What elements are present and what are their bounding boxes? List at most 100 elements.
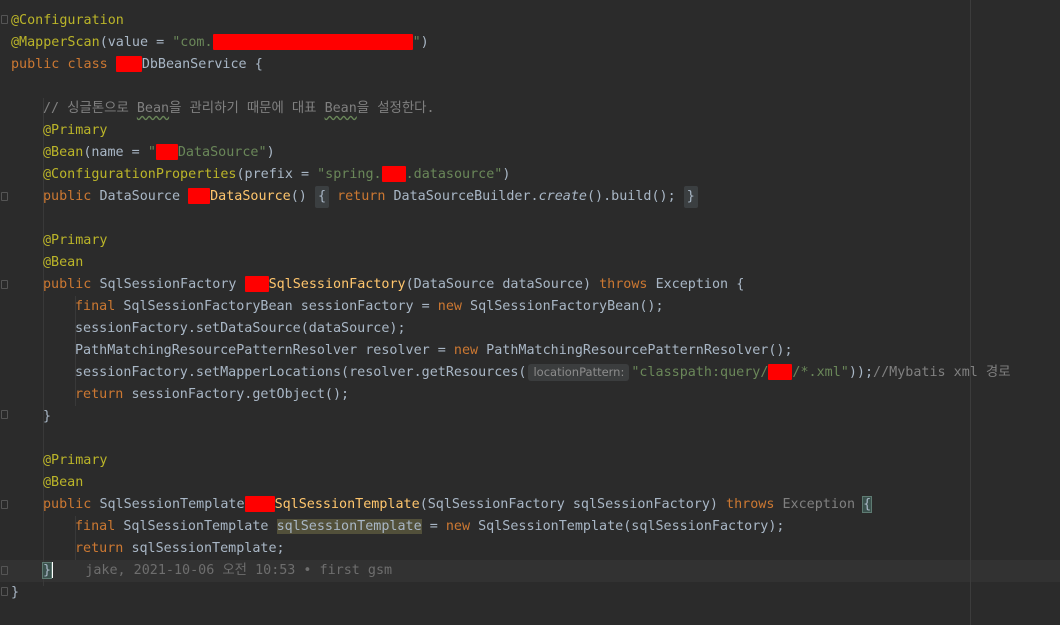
fold-marker-class[interactable] <box>1 15 8 24</box>
fold-marker-class-end[interactable] <box>1 587 8 596</box>
keyword: public <box>11 57 60 72</box>
comment-text: Bean <box>136 101 170 116</box>
code-text: sessionFactory.setMapperLocations(resolv… <box>75 365 527 380</box>
folded-region-close[interactable]: } <box>683 186 698 208</box>
primary-annotation: @Primary <box>43 233 108 248</box>
code-line-15[interactable]: sessionFactory.setDataSource(dataSource)… <box>75 318 406 340</box>
method-name: DataSource <box>210 189 291 204</box>
code-line-5-comment[interactable]: // 싱글톤으로 Bean을 관리하기 때문에 대표 Bean을 설정한다. <box>43 98 435 120</box>
code-text: { <box>254 57 263 72</box>
code-line-9[interactable]: public DataSource DataSource() { return … <box>43 186 698 208</box>
redaction-block <box>188 188 211 204</box>
folded-region-open[interactable]: { <box>314 186 329 208</box>
keyword: final <box>75 519 116 534</box>
code-line-6[interactable]: @Primary <box>43 120 108 142</box>
fold-marker-sqlsessiontemplate-end[interactable] <box>1 566 8 575</box>
text-caret <box>51 562 54 578</box>
code-text: (prefix = <box>236 167 318 182</box>
comment-text: //Mybatis xml 경로 <box>873 365 1011 380</box>
type-name: SqlSessionTemplate <box>99 497 245 512</box>
fold-marker-datasource[interactable] <box>1 192 8 201</box>
code-line-13[interactable]: public SqlSessionFactory SqlSessionFacto… <box>43 274 744 296</box>
static-method-call: create <box>538 189 587 204</box>
git-blame-annotation: jake, 2021-10-06 오전 10:53 • first gsm <box>85 563 393 578</box>
type-name: DataSource <box>99 189 181 204</box>
code-line-21[interactable]: @Primary <box>43 450 108 472</box>
redaction-block <box>155 144 178 160</box>
keyword: public <box>43 497 92 512</box>
matched-brace: { <box>862 496 873 513</box>
code-line-1[interactable]: @Configuration <box>11 10 124 32</box>
string-literal: " <box>147 145 156 160</box>
code-text: DataSourceBuilder. <box>393 189 539 204</box>
code-line-14[interactable]: final SqlSessionFactoryBean sessionFacto… <box>75 296 664 318</box>
keyword: class <box>67 57 108 72</box>
code-text: sqlSessionTemplate; <box>131 541 285 556</box>
code-editor[interactable]: @Configuration @MapperScan(value = "com.… <box>0 0 1060 625</box>
keyword: return <box>75 541 124 556</box>
code-line-12[interactable]: @Bean <box>43 252 83 274</box>
redaction-block <box>115 56 142 72</box>
keyword: return <box>75 387 124 402</box>
code-text: } <box>11 585 20 600</box>
comment-text: 을 관리하기 때문에 대표 <box>169 101 325 116</box>
code-text: (SqlSessionFactory sqlSessionFactory) <box>419 497 718 512</box>
matched-brace: } <box>41 562 53 579</box>
code-text: PathMatchingResourcePatternResolver(); <box>486 343 793 358</box>
fold-gutter <box>0 0 10 625</box>
fold-marker-sqlsessionfactory[interactable] <box>1 280 8 289</box>
code-line-26[interactable]: } jake, 2021-10-06 오전 10:53 • first gsm <box>41 560 393 582</box>
code-line-18[interactable]: return sessionFactory.getObject(); <box>75 384 349 406</box>
right-margin-guide <box>970 0 971 625</box>
code-text: ) <box>266 145 275 160</box>
string-literal: "com. <box>172 35 213 50</box>
code-text: ) <box>502 167 511 182</box>
type-name: SqlSessionTemplate <box>123 519 269 534</box>
code-line-11[interactable]: @Primary <box>43 230 108 252</box>
configurationproperties-annotation: @ConfigurationProperties <box>43 167 237 182</box>
code-line-22[interactable]: @Bean <box>43 472 83 494</box>
code-line-23[interactable]: public SqlSessionTemplate SqlSessionTempl… <box>43 494 873 516</box>
code-line-19[interactable]: } <box>43 406 51 428</box>
primary-annotation: @Primary <box>43 123 108 138</box>
code-line-8[interactable]: @ConfigurationProperties(prefix = "sprin… <box>43 164 510 186</box>
comment-text: 을 설정한다. <box>356 101 435 116</box>
keyword: public <box>43 189 92 204</box>
code-line-27[interactable]: } <box>11 582 19 604</box>
code-line-16[interactable]: PathMatchingResourcePatternResolver reso… <box>75 340 793 362</box>
code-line-3[interactable]: public class DbBeanService { <box>11 54 263 76</box>
keyword: new <box>453 343 479 358</box>
code-text: ().build(); <box>587 189 676 204</box>
redaction-block <box>212 34 413 50</box>
fold-marker-sqlsessiontemplate[interactable] <box>1 500 8 509</box>
fold-marker-sqlsessionfactory-end[interactable] <box>1 410 8 419</box>
code-text: sessionFactory.setDataSource(dataSource)… <box>75 321 406 336</box>
code-text: SqlSessionTemplate(sqlSessionFactory); <box>478 519 785 534</box>
code-text: (name = <box>83 145 148 160</box>
code-line-2[interactable]: @MapperScan(value = "com. ") <box>11 32 429 54</box>
code-line-17[interactable]: sessionFactory.setMapperLocations(resolv… <box>75 362 1011 384</box>
primary-annotation: @Primary <box>43 453 108 468</box>
redaction-block <box>244 496 275 512</box>
code-text: ) <box>420 35 429 50</box>
code-line-7[interactable]: @Bean(name = " DataSource") <box>43 142 275 164</box>
type-name: Exception <box>655 277 729 292</box>
type-name: Exception <box>782 497 856 512</box>
bean-annotation: @Bean <box>43 255 84 270</box>
keyword: new <box>437 299 462 314</box>
code-line-25[interactable]: return sqlSessionTemplate; <box>75 538 285 560</box>
code-text: { <box>736 277 745 292</box>
keyword: throws <box>726 497 775 512</box>
comment-text: // 싱글톤으로 <box>43 101 137 116</box>
code-text: } <box>43 409 52 424</box>
bean-annotation: @Bean <box>43 145 84 160</box>
code-text: (DataSource dataSource) <box>405 277 592 292</box>
keyword: public <box>43 277 92 292</box>
code-text: (value = <box>99 35 173 50</box>
code-text: )); <box>848 365 874 380</box>
keyword: final <box>75 299 116 314</box>
code-line-24[interactable]: final SqlSessionTemplate sqlSessionTempl… <box>75 516 784 538</box>
parameter-hint: locationPattern: <box>528 364 630 381</box>
code-text: PathMatchingResourcePatternResolver reso… <box>75 343 454 358</box>
string-literal: DataSource" <box>177 145 267 160</box>
